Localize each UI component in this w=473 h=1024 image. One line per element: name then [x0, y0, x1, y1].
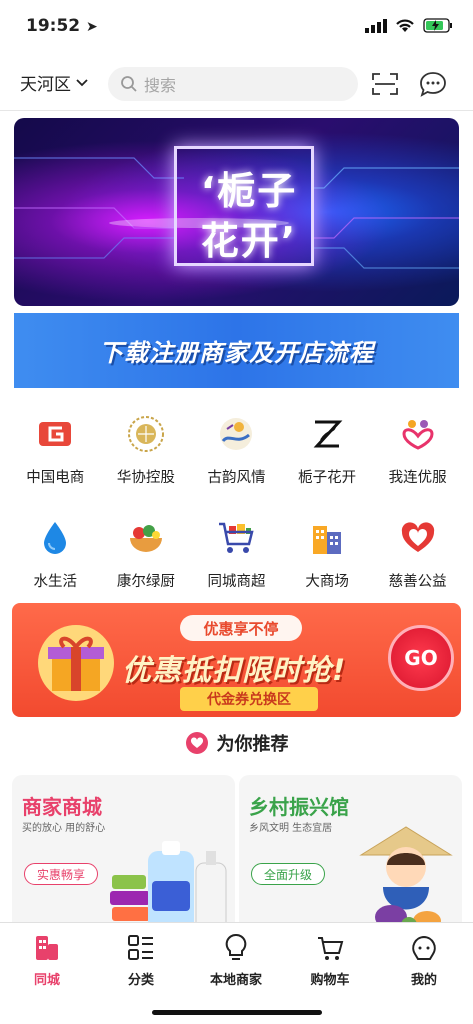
nav-label: 本地商家: [209, 973, 262, 988]
category-grid-icon: [126, 933, 156, 963]
zhizi-icon: [307, 414, 347, 454]
signal-icon: [365, 18, 387, 33]
card-title: 商家商城: [22, 795, 102, 819]
category-label: 康尔绿厨: [116, 574, 175, 590]
nav-tab-local-merchants[interactable]: 本地商家: [196, 933, 276, 988]
nav-label: 分类: [127, 973, 154, 988]
home-indicator: [152, 1010, 322, 1015]
category-grid-row2: 水生活 康尔绿厨 同城商超 大商场 慈善公益: [10, 518, 463, 591]
battery-icon: [423, 18, 452, 33]
category-item[interactable]: 我连优服: [372, 414, 463, 487]
farmer-girl-image: [359, 826, 453, 933]
cart-icon: [315, 933, 345, 963]
detergent-products-image: [110, 841, 227, 935]
nav-tab-profile[interactable]: 我的: [384, 933, 464, 988]
card-title: 乡村振兴馆: [249, 795, 349, 819]
category-label: 我连优服: [388, 470, 447, 486]
hero-banner[interactable]: ‘栀子 花开’: [14, 118, 459, 306]
nav-tab-category[interactable]: 分类: [101, 933, 181, 988]
category-label: 古韵风情: [207, 470, 266, 486]
category-item[interactable]: 大商场: [282, 518, 373, 591]
lightbulb-icon: [221, 933, 251, 963]
building-icon: [32, 933, 62, 963]
guyun-icon: [216, 414, 256, 454]
location-selector[interactable]: 天河区: [20, 70, 89, 95]
category-item[interactable]: 水生活: [10, 518, 101, 591]
chevron-down-icon: [76, 78, 88, 86]
face-icon: [409, 933, 439, 963]
card-subtitle: 乡风文明 生态宜居: [249, 823, 333, 834]
promo-top-label: 优惠享不停: [180, 615, 302, 641]
bottom-nav: 同城 分类 本地商家 购物车 我的: [0, 922, 473, 1024]
category-item[interactable]: 中国电商: [10, 414, 101, 487]
banner-title-line2: 花开’: [200, 219, 298, 263]
scan-icon[interactable]: [370, 69, 400, 99]
category-label: 华协控股: [116, 470, 175, 486]
status-bar: 19:52 ➤: [0, 0, 473, 56]
wifi-icon: [396, 19, 414, 32]
search-icon: [121, 76, 137, 92]
category-grid-row1: 中国电商 华协控股 古韵风情 栀子花开 我连优服: [10, 414, 463, 487]
category-label: 同城商超: [207, 574, 266, 590]
card-subtitle: 买的放心 用的舒心: [22, 823, 106, 834]
search-placeholder: 搜索: [144, 76, 177, 95]
category-item[interactable]: 华协控股: [101, 414, 192, 487]
green-kitchen-icon: [126, 518, 166, 558]
category-label: 慈善公益: [388, 574, 447, 590]
location-label: 天河区: [20, 75, 71, 95]
category-label: 栀子花开: [298, 470, 357, 486]
rural-revitalization-card[interactable]: 乡村振兴馆 乡风文明 生态宜居 全面升级: [239, 775, 462, 935]
nav-label: 我的: [410, 973, 437, 988]
category-item[interactable]: 慈善公益: [372, 518, 463, 591]
category-label: 中国电商: [26, 470, 85, 486]
charity-heart-icon: [398, 518, 438, 558]
nav-tab-cart[interactable]: 购物车: [290, 933, 370, 988]
category-item[interactable]: 栀子花开: [282, 414, 373, 487]
message-icon[interactable]: [418, 69, 448, 99]
wolian-icon: [398, 414, 438, 454]
mall-building-icon: [307, 518, 347, 558]
category-item[interactable]: 康尔绿厨: [101, 518, 192, 591]
heart-icon: [185, 732, 208, 754]
huaxie-holding-icon: [126, 414, 166, 454]
recommend-title-text: 为你推荐: [216, 734, 289, 755]
status-time: 19:52 ➤: [26, 16, 98, 36]
nav-label: 购物车: [310, 973, 350, 988]
promo-go-button[interactable]: GO: [388, 625, 454, 691]
shopping-cart-icon: [216, 518, 256, 558]
nav-tab-home[interactable]: 同城: [7, 933, 87, 988]
search-input[interactable]: 搜索: [108, 67, 358, 101]
category-item[interactable]: 古韵风情: [191, 414, 282, 487]
register-guide-banner[interactable]: 下载注册商家及开店流程: [14, 313, 459, 388]
merchant-mall-card[interactable]: 商家商城 买的放心 用的舒心 实惠畅享: [12, 775, 235, 935]
promo-main-title: 优惠抵扣限时抢!: [122, 653, 347, 687]
nav-label: 同城: [33, 973, 60, 988]
status-icons: [365, 18, 453, 33]
header-divider: [0, 110, 473, 111]
card-button[interactable]: 实惠畅享: [24, 863, 99, 885]
gift-box-icon: [38, 625, 114, 701]
recommend-title: 为你推荐: [0, 730, 473, 756]
banner-title-line1: ‘栀子: [200, 169, 298, 213]
category-label: 大商场: [305, 574, 349, 590]
category-item[interactable]: 同城商超: [191, 518, 282, 591]
water-drop-icon: [35, 518, 75, 558]
top-bar: 天河区 搜索: [0, 60, 473, 108]
china-ecommerce-icon: [35, 414, 75, 454]
promo-banner[interactable]: 优惠享不停 优惠抵扣限时抢! 代金券兑换区 GO: [12, 603, 461, 717]
card-button[interactable]: 全面升级: [251, 863, 326, 885]
category-label: 水生活: [33, 574, 78, 590]
promo-voucher-label: 代金券兑换区: [180, 687, 318, 711]
register-guide-text: 下载注册商家及开店流程: [99, 339, 374, 367]
